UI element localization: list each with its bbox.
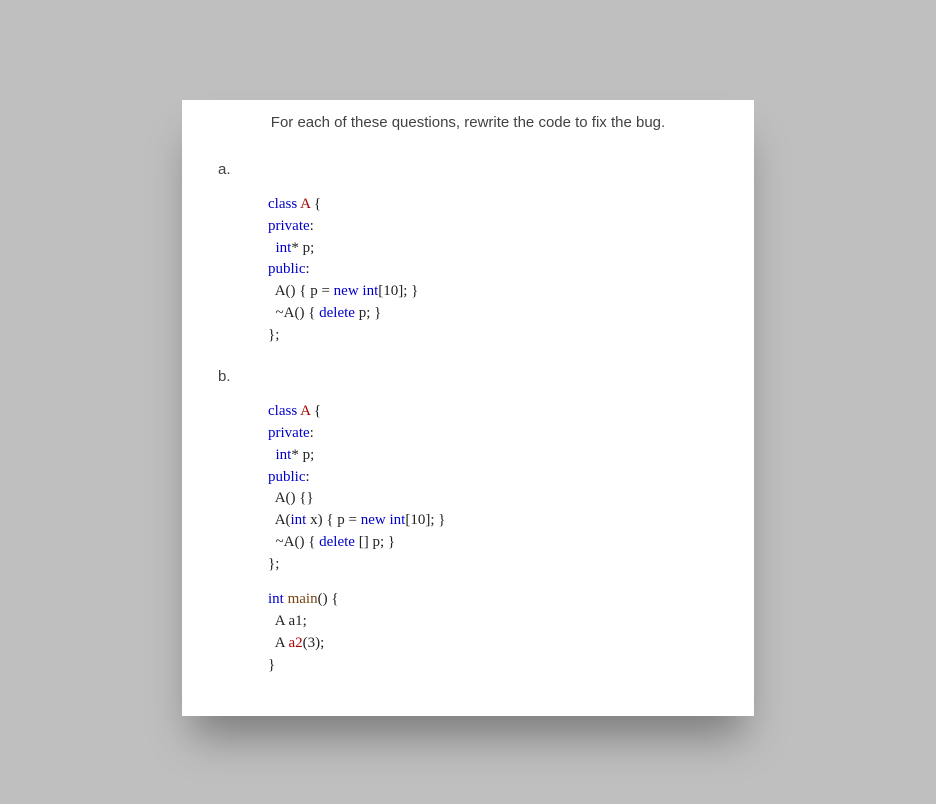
code-token: int [276, 447, 292, 463]
code-token: A() { p = [275, 283, 334, 299]
code-token: }; [268, 556, 279, 572]
code-token: private [268, 218, 310, 234]
code-token [268, 283, 275, 299]
page-title: For each of these questions, rewrite the… [212, 114, 724, 131]
code-token: A() {} [275, 490, 314, 506]
code-token: p; } [355, 305, 381, 321]
code-line: public: [268, 259, 724, 281]
code-token: * p; [291, 447, 314, 463]
spacer [212, 346, 724, 368]
question-a-label: a. [218, 161, 724, 178]
code-token: }; [268, 327, 279, 343]
code-line: private: [268, 423, 724, 445]
code-line: }; [268, 325, 724, 347]
code-token: int [276, 240, 292, 256]
code-token: int [268, 591, 284, 607]
code-token: [10]; } [405, 512, 445, 528]
code-token: [10]; } [378, 283, 418, 299]
code-token: int [390, 512, 406, 528]
code-token: public [268, 261, 306, 277]
code-line: A a1; [268, 611, 724, 633]
code-line: int* p; [268, 238, 724, 260]
code-line: class A { [268, 401, 724, 423]
code-token: : [310, 425, 314, 441]
code-token: int [291, 512, 307, 528]
code-line: int main() { [268, 589, 724, 611]
code-token: { [310, 196, 321, 212]
code-token: : [310, 218, 314, 234]
code-token: public [268, 469, 306, 485]
code-token: A [297, 403, 310, 419]
code-token [268, 613, 275, 629]
code-token: delete [319, 534, 355, 550]
code-token: A( [275, 512, 291, 528]
code-token [268, 534, 276, 550]
code-token: * p; [291, 240, 314, 256]
code-line: public: [268, 467, 724, 489]
code-token [268, 512, 275, 528]
code-block-b: class A { private: int* p; public: A() {… [268, 401, 724, 676]
code-token: : [306, 261, 310, 277]
code-token [268, 635, 275, 651]
code-line: private: [268, 216, 724, 238]
code-line: ~A() { delete p; } [268, 303, 724, 325]
code-token: class [268, 196, 297, 212]
code-token: new [361, 512, 386, 528]
code-token [268, 490, 275, 506]
code-line: } [268, 655, 724, 677]
code-block-a: class A { private: int* p; public: A() {… [268, 194, 724, 346]
code-line: A a2(3); [268, 633, 724, 655]
code-token: main [284, 591, 318, 607]
code-token [268, 240, 276, 256]
document-page: For each of these questions, rewrite the… [182, 100, 754, 716]
code-line: class A { [268, 194, 724, 216]
code-token [268, 305, 276, 321]
code-line: A() { p = new int[10]; } [268, 281, 724, 303]
code-token: A [297, 196, 310, 212]
code-token [268, 447, 276, 463]
code-line: int* p; [268, 445, 724, 467]
question-b-label: b. [218, 368, 724, 385]
code-token: } [268, 657, 275, 673]
code-line: }; [268, 554, 724, 576]
code-token: () { [318, 591, 339, 607]
code-token: class [268, 403, 297, 419]
code-token: : [306, 469, 310, 485]
code-line: A() {} [268, 488, 724, 510]
code-token: x) { p = [306, 512, 360, 528]
code-token: private [268, 425, 310, 441]
code-token: delete [319, 305, 355, 321]
code-token: ~A() { [276, 534, 320, 550]
code-token: ~A() { [276, 305, 320, 321]
code-token: [] p; } [355, 534, 395, 550]
spacer [268, 575, 724, 589]
code-token: (3); [303, 635, 325, 651]
code-token: new [334, 283, 359, 299]
code-token: A a1; [275, 613, 307, 629]
code-token: int [362, 283, 378, 299]
code-token: A [275, 635, 289, 651]
code-line: ~A() { delete [] p; } [268, 532, 724, 554]
code-token: { [310, 403, 321, 419]
code-token: a2 [288, 635, 302, 651]
code-line: A(int x) { p = new int[10]; } [268, 510, 724, 532]
